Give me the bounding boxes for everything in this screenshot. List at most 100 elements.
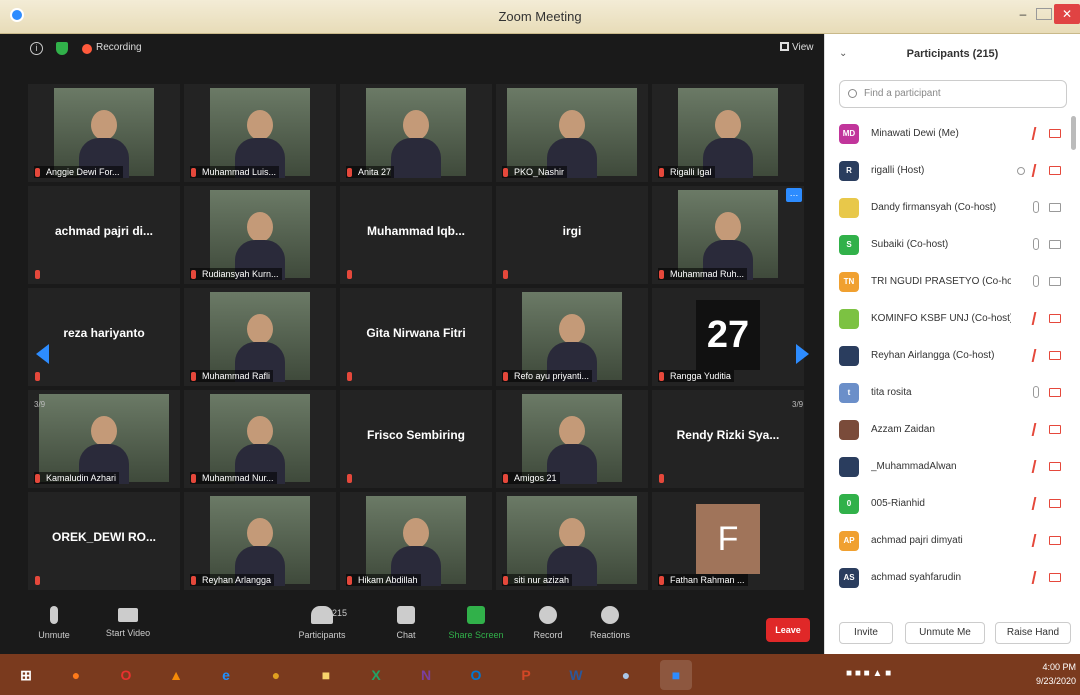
- participant-row[interactable]: Dandy firmansyah (Co-host): [825, 190, 1073, 227]
- word-taskbar-icon[interactable]: W: [560, 660, 592, 690]
- participant-row[interactable]: _MuhammadAlwan: [825, 449, 1073, 486]
- video-tile[interactable]: achmad pajri di...: [28, 186, 180, 284]
- paint-taskbar-icon[interactable]: ●: [610, 660, 642, 690]
- start-taskbar-icon[interactable]: ⊞: [10, 660, 42, 690]
- powerpoint-taskbar-icon[interactable]: P: [510, 660, 542, 690]
- participant-video: [210, 190, 310, 280]
- participant-row[interactable]: Reyhan Airlangga (Co-host): [825, 338, 1073, 375]
- video-tile[interactable]: Anggie Dewi For...: [28, 84, 180, 182]
- participant-row[interactable]: MD Minawati Dewi (Me): [825, 116, 1073, 153]
- unmute-button[interactable]: Unmute: [18, 606, 90, 640]
- participant-list-scrollbar[interactable]: [1071, 116, 1076, 150]
- participant-row[interactable]: AS achmad syahfarudin: [825, 560, 1073, 597]
- participant-video: [366, 88, 466, 178]
- raise-hand-button[interactable]: Raise Hand: [995, 622, 1071, 644]
- windows-taskbar: ⊞ ● O ▲ e ● ■ X N O P W ● ■ ■ ■ ■ ▲ ■ 4:00 PM 9/23/20…: [0, 654, 1080, 695]
- start-video-button[interactable]: Start Video: [92, 606, 164, 638]
- reactions-label: Reactions: [589, 630, 631, 640]
- clock[interactable]: 4:00 PM 9/23/2020: [1030, 660, 1076, 688]
- avatar: S: [839, 235, 859, 255]
- muted-mic-icon: [35, 474, 40, 483]
- more-options-icon[interactable]: …: [786, 188, 802, 202]
- video-tile[interactable]: Gita Nirwana Fitri: [340, 288, 492, 386]
- maximize-button[interactable]: [1036, 8, 1052, 20]
- participant-row[interactable]: 0 005-Rianhid: [825, 486, 1073, 523]
- video-tile[interactable]: Hikam Abdillah: [340, 492, 492, 590]
- video-tile[interactable]: OREK_DEWI RO...: [28, 492, 180, 590]
- onenote-taskbar-icon[interactable]: N: [410, 660, 442, 690]
- excel-taskbar-icon[interactable]: X: [360, 660, 392, 690]
- files-taskbar-icon[interactable]: ■: [310, 660, 342, 690]
- participant-video: [210, 496, 310, 586]
- video-tile[interactable]: 27 Rangga Yuditia: [652, 288, 804, 386]
- invite-button[interactable]: Invite: [839, 622, 893, 644]
- security-shield-icon[interactable]: [56, 42, 68, 55]
- video-tile[interactable]: Kamaludin Azhari: [28, 390, 180, 488]
- video-tile[interactable]: F Fathan Rahman ...: [652, 492, 804, 590]
- panel-footer: Invite Unmute Me Raise Hand: [825, 614, 1080, 650]
- participant-search-input[interactable]: Find a participant: [839, 80, 1067, 108]
- video-tile[interactable]: Muhammad Rafli: [184, 288, 336, 386]
- next-page-button[interactable]: [790, 334, 816, 374]
- participant-row[interactable]: Rrigalli (Host): [825, 153, 1073, 190]
- participant-name-label: Rigalli Igal: [658, 166, 715, 178]
- unmute-me-button[interactable]: Unmute Me: [905, 622, 985, 644]
- close-button[interactable]: ✕: [1054, 4, 1080, 24]
- participant-row[interactable]: S Subaiki (Co-host): [825, 227, 1073, 264]
- video-tile[interactable]: Muhammad Ruh...…: [652, 186, 804, 284]
- video-tile[interactable]: PKO_Nashir: [496, 84, 648, 182]
- video-tile[interactable]: Amigos 21: [496, 390, 648, 488]
- vlc-taskbar-icon[interactable]: ▲: [160, 660, 192, 690]
- participant-list: MD Minawati Dewi (Me) Rrigalli (Host) Dandy…: [825, 116, 1073, 606]
- minimize-button[interactable]: –: [1010, 4, 1036, 24]
- video-tile[interactable]: Muhammad Nur...: [184, 390, 336, 488]
- leave-button[interactable]: Leave: [766, 618, 810, 642]
- participant-row[interactable]: KOMINFO KSBF UNJ (Co-host): [825, 301, 1073, 338]
- video-tile[interactable]: Refo ayu priyanti...: [496, 288, 648, 386]
- info-icon[interactable]: i: [30, 42, 43, 55]
- video-tile[interactable]: Rigalli Igal: [652, 84, 804, 182]
- participant-video: [39, 394, 169, 484]
- video-tile[interactable]: Muhammad Iqb...: [340, 186, 492, 284]
- video-tile[interactable]: Reyhan Arlangga: [184, 492, 336, 590]
- video-tile[interactable]: siti nur azizah: [496, 492, 648, 590]
- video-tile[interactable]: Rudiansyah Kurn...: [184, 186, 336, 284]
- participant-row[interactable]: TN TRI NGUDI PRASETYO (Co-host): [825, 264, 1073, 301]
- participant-name: rigalli (Host): [871, 165, 925, 176]
- camera-off-icon: [1049, 462, 1061, 471]
- participant-row[interactable]: Azzam Zaidan: [825, 412, 1073, 449]
- muted-mic-icon: [191, 168, 196, 177]
- video-tile[interactable]: Frisco Sembiring: [340, 390, 492, 488]
- share-screen-button[interactable]: Share Screen: [440, 606, 512, 640]
- camera-off-icon: [1049, 425, 1061, 434]
- zoom-taskbar-icon[interactable]: ■: [660, 660, 692, 690]
- opera-taskbar-icon[interactable]: O: [110, 660, 142, 690]
- microphone-muted-icon: [50, 606, 58, 624]
- view-button[interactable]: View: [780, 42, 814, 53]
- outlook-taskbar-icon[interactable]: O: [460, 660, 492, 690]
- grid-icon: [780, 42, 789, 51]
- system-tray[interactable]: ■ ■ ■ ▲ ■: [846, 668, 891, 679]
- previous-page-button[interactable]: [32, 334, 58, 374]
- participant-name-label: Hikam Abdillah: [346, 574, 421, 586]
- recording-icon: [82, 44, 92, 54]
- participant-display-name: irgi: [562, 224, 582, 238]
- chrome-taskbar-icon[interactable]: ●: [260, 660, 292, 690]
- participant-display-name: Gita Nirwana Fitri: [366, 326, 466, 340]
- participant-row[interactable]: AP achmad pajri dimyati: [825, 523, 1073, 560]
- video-tile[interactable]: irgi: [496, 186, 648, 284]
- chat-button[interactable]: Chat: [370, 606, 442, 640]
- muted-mic-icon: [191, 372, 196, 381]
- participant-name-label: Muhammad Rafli: [190, 370, 274, 382]
- video-tile[interactable]: Rendy Rizki Sya...: [652, 390, 804, 488]
- clock-date: 9/23/2020: [1035, 676, 1076, 686]
- video-tile[interactable]: Muhammad Luis...: [184, 84, 336, 182]
- reactions-button[interactable]: Reactions: [574, 606, 646, 640]
- chat-label: Chat: [396, 630, 416, 640]
- firefox-taskbar-icon[interactable]: ●: [60, 660, 92, 690]
- participants-button[interactable]: 215 Participants: [286, 606, 358, 640]
- video-tile[interactable]: Anita 27: [340, 84, 492, 182]
- participant-row[interactable]: t tita rosita: [825, 375, 1073, 412]
- participant-name: Subaiki (Co-host): [871, 239, 949, 250]
- ie-taskbar-icon[interactable]: e: [210, 660, 242, 690]
